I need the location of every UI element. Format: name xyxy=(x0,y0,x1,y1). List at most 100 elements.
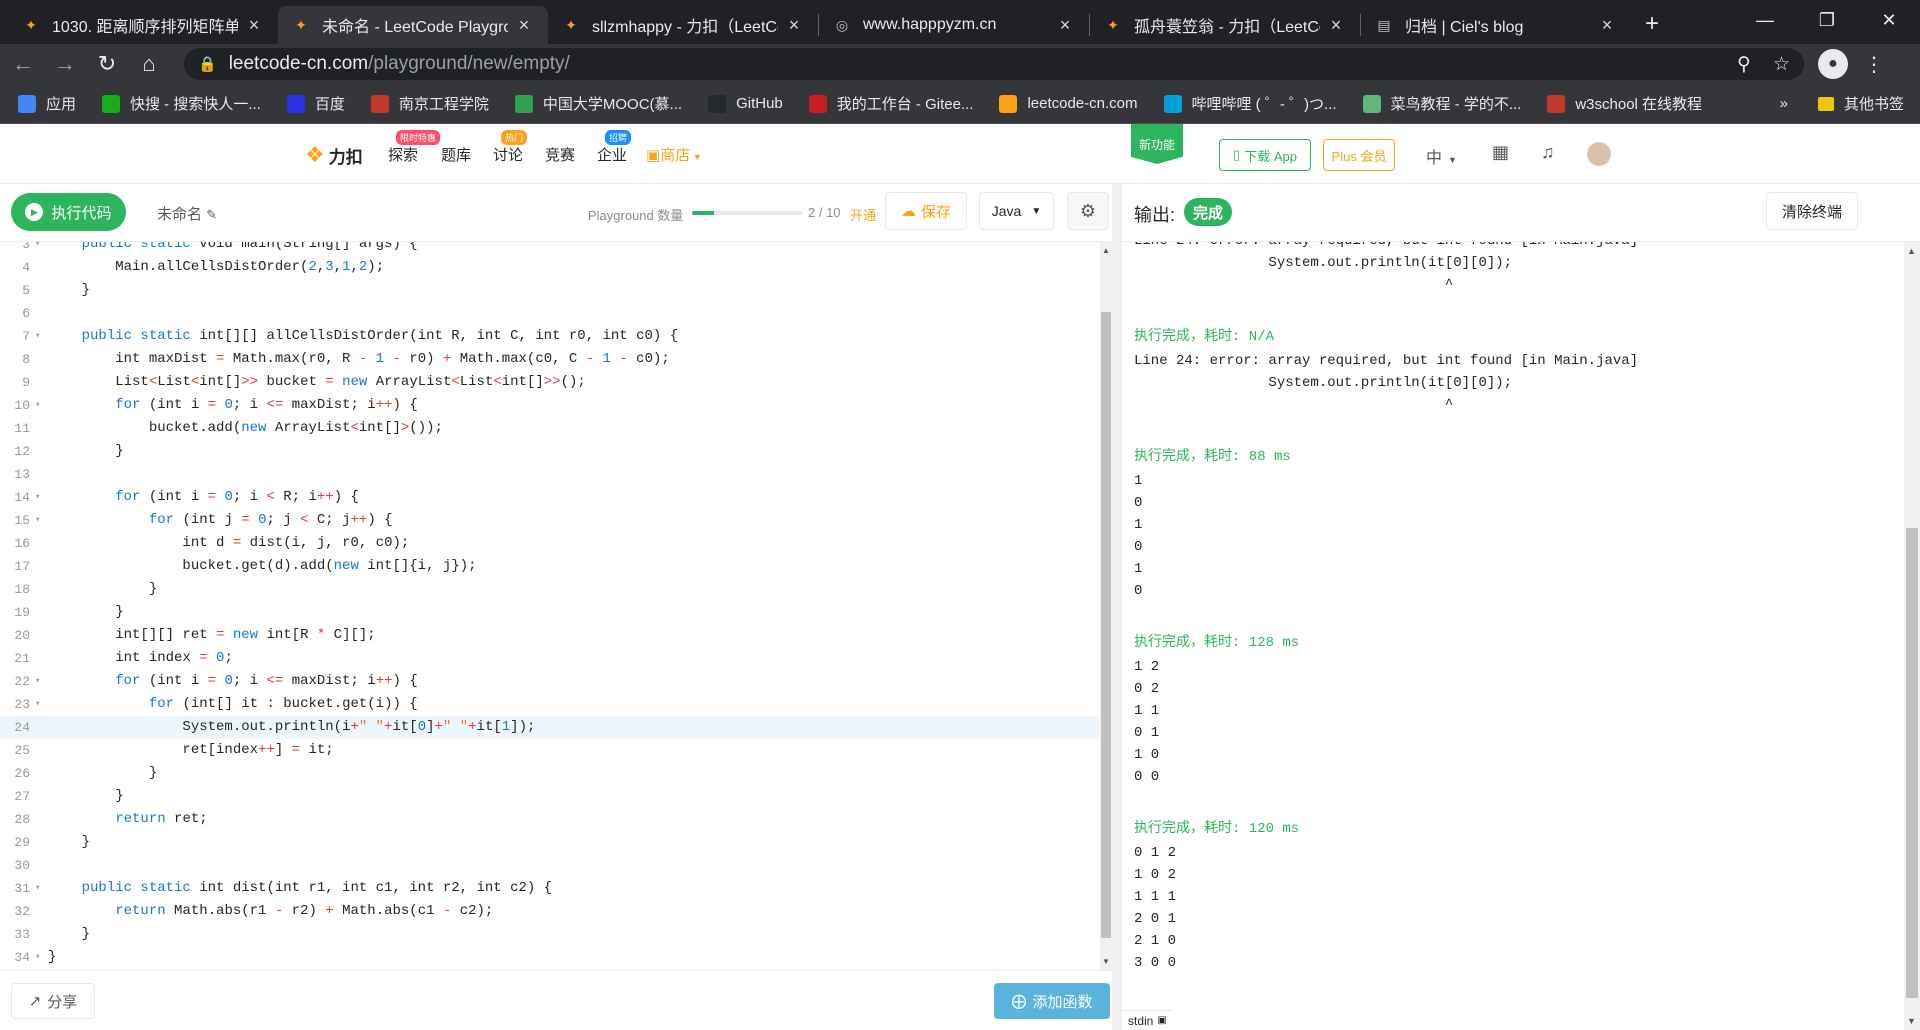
code-line[interactable]: 30 xyxy=(0,854,1100,877)
browser-tab[interactable]: ▤ 归档 | Ciel's blog × xyxy=(1361,6,1631,44)
code-line[interactable]: 14 ▾ for (int i = 0; i < R; i++) { xyxy=(0,486,1100,509)
code-line[interactable]: 15 ▾ for (int j = 0; j < C; j++) { xyxy=(0,509,1100,532)
nav-item[interactable]: 题库 xyxy=(441,144,471,165)
leetcode-logo[interactable]: ❖ 力扣 xyxy=(305,142,363,168)
download-app-button[interactable]: ▯ 下载 App xyxy=(1219,139,1311,171)
scroll-down-icon[interactable]: ▼ xyxy=(1907,1016,1916,1026)
code-line[interactable]: 16 int d = dist(i, j, r0, c0); xyxy=(0,532,1100,555)
clear-terminal-button[interactable]: 清除终端 xyxy=(1766,192,1858,230)
settings-button[interactable]: ⚙ xyxy=(1067,192,1109,230)
pane-divider[interactable] xyxy=(1112,184,1122,1030)
code-line[interactable]: 23 ▾ for (int[] it : bucket.get(i)) { xyxy=(0,693,1100,716)
bookmark-item[interactable]: 快搜 - 搜索快人一... xyxy=(102,93,261,114)
code-line[interactable]: 3 ▾ public static void main(String[] args… xyxy=(0,242,1100,256)
nav-shop[interactable]: ▣商店 ▼ xyxy=(646,144,702,165)
save-button[interactable]: ☁ 保存 xyxy=(885,192,967,230)
bookmark-item[interactable]: leetcode-cn.com xyxy=(999,94,1138,113)
code-line[interactable]: 10 ▾ for (int i = 0; i <= maxDist; i++) { xyxy=(0,394,1100,417)
plus-member-button[interactable]: Plus 会员 xyxy=(1323,139,1395,171)
code-line[interactable]: 6 xyxy=(0,302,1100,325)
nav-item[interactable]: 企业 招聘 xyxy=(597,130,632,165)
bookmark-item[interactable]: GitHub xyxy=(708,94,783,113)
browser-tab[interactable]: ✦ 1030. 距离顺序排列矩阵单元 × xyxy=(8,6,278,44)
profile-icon[interactable]: ● xyxy=(1818,49,1848,79)
code-line[interactable]: 12 } xyxy=(0,440,1100,463)
browser-tab[interactable]: ✦ 未命名 - LeetCode Playgrou × xyxy=(278,6,548,44)
zoom-icon[interactable]: ⚲ xyxy=(1737,53,1751,76)
minimize-icon[interactable]: — xyxy=(1734,0,1796,40)
code-editor[interactable]: 3 ▾ public static void main(String[] args… xyxy=(0,242,1100,970)
code-line[interactable]: 4 Main.allCellsDistOrder(2,3,1,2); xyxy=(0,256,1100,279)
code-line[interactable]: 13 xyxy=(0,463,1100,486)
home-icon[interactable]: ⌂ xyxy=(130,47,168,81)
code-line[interactable]: 31 ▾ public static int dist(int r1, int c… xyxy=(0,877,1100,900)
bookmark-item[interactable]: 我的工作台 - Gitee... xyxy=(808,93,973,114)
playground-icon[interactable]: ▦ xyxy=(1492,142,1509,163)
code-line[interactable]: 11 bucket.add(new ArrayList<int[]>()); xyxy=(0,417,1100,440)
code-line[interactable]: 28 return ret; xyxy=(0,808,1100,831)
nav-item[interactable]: 竞赛 xyxy=(545,144,575,165)
fold-arrow-icon[interactable]: ▾ xyxy=(35,509,40,532)
fold-arrow-icon[interactable]: ▾ xyxy=(35,946,40,969)
fold-arrow-icon[interactable]: ▾ xyxy=(35,394,40,417)
run-code-button[interactable]: ▶ 执行代码 xyxy=(11,193,126,231)
code-line[interactable]: 24 System.out.println(i+" "+it[0]+" "+it… xyxy=(0,716,1100,739)
bookmark-star-icon[interactable]: ☆ xyxy=(1773,53,1790,76)
scroll-up-icon[interactable]: ▲ xyxy=(1907,246,1916,256)
bookmark-item[interactable]: 哔哩哔哩 ( ゜- ゜)つ... xyxy=(1163,93,1337,114)
fold-arrow-icon[interactable]: ▾ xyxy=(35,486,40,509)
bookmark-item[interactable]: 应用 xyxy=(18,93,76,114)
editor-scrollbar-thumb[interactable] xyxy=(1101,312,1111,938)
fold-arrow-icon[interactable]: ▾ xyxy=(35,242,40,256)
bookmark-item[interactable]: 南京工程学院 xyxy=(370,93,489,114)
code-line[interactable]: 25 ret[index++] = it; xyxy=(0,739,1100,762)
bookmark-item[interactable]: w3school 在线教程 xyxy=(1547,93,1702,114)
stdin-toggle[interactable]: stdin ▣ xyxy=(1122,1010,1173,1030)
browser-tab[interactable]: ✦ sllzmhappy - 力扣（LeetCo × xyxy=(548,6,818,44)
open-plus-link[interactable]: 开通 xyxy=(850,205,876,224)
editor-scrollbar[interactable]: ▲ ▼ xyxy=(1100,242,1112,970)
close-window-icon[interactable]: ✕ xyxy=(1858,0,1920,40)
output-scrollbar-thumb[interactable] xyxy=(1906,528,1918,998)
nav-item[interactable]: 探索 限时特惠 xyxy=(388,130,441,165)
browser-tab[interactable]: ◎ www.happpyzm.cn × xyxy=(819,6,1089,44)
code-line[interactable]: 32 return Math.abs(r1 - r2) + Math.abs(c… xyxy=(0,900,1100,923)
playground-title[interactable]: 未命名 ✎ xyxy=(157,203,217,224)
tab-close-icon[interactable]: × xyxy=(244,15,264,36)
browser-menu-icon[interactable]: ⋮ xyxy=(1864,52,1884,77)
new-tab-button[interactable]: + xyxy=(1645,10,1659,38)
code-line[interactable]: 22 ▾ for (int i = 0; i <= maxDist; i++) { xyxy=(0,670,1100,693)
tab-close-icon[interactable]: × xyxy=(514,15,534,36)
code-line[interactable]: 5 } xyxy=(0,279,1100,302)
code-line[interactable]: 9 List<List<int[]>> bucket = new ArrayLi… xyxy=(0,371,1100,394)
code-line[interactable]: 21 int index = 0; xyxy=(0,647,1100,670)
url-input[interactable]: 🔒 leetcode-cn.com/playground/new/empty/ … xyxy=(184,48,1804,80)
tab-close-icon[interactable]: × xyxy=(1597,15,1617,36)
code-line[interactable]: 8 int maxDist = Math.max(r0, R - 1 - r0)… xyxy=(0,348,1100,371)
fold-arrow-icon[interactable]: ▾ xyxy=(35,877,40,900)
back-icon[interactable]: ← xyxy=(4,47,42,81)
fold-arrow-icon[interactable]: ▾ xyxy=(35,670,40,693)
browser-tab[interactable]: ✦ 孤舟蓑笠翁 - 力扣（LeetCo × xyxy=(1090,6,1360,44)
tab-close-icon[interactable]: × xyxy=(784,15,804,36)
code-line[interactable]: 29 } xyxy=(0,831,1100,854)
code-line[interactable]: 7 ▾ public static int[][] allCellsDistOrd… xyxy=(0,325,1100,348)
scroll-down-icon[interactable]: ▼ xyxy=(1102,957,1110,966)
new-feature-ribbon[interactable]: 新功能 xyxy=(1131,124,1183,164)
bookmarks-overflow-icon[interactable]: » xyxy=(1780,95,1788,112)
code-line[interactable]: 27 } xyxy=(0,785,1100,808)
share-button[interactable]: ↗ 分享 xyxy=(11,983,95,1019)
fold-arrow-icon[interactable]: ▾ xyxy=(35,325,40,348)
nav-item[interactable]: 讨论 热门 xyxy=(493,130,528,165)
avatar[interactable] xyxy=(1587,142,1611,166)
bookmark-item[interactable]: 菜鸟教程 - 学的不... xyxy=(1362,93,1521,114)
code-line[interactable]: 34 ▾} xyxy=(0,946,1100,969)
restore-icon[interactable]: ❐ xyxy=(1796,0,1858,40)
code-line[interactable]: 33 } xyxy=(0,923,1100,946)
code-line[interactable]: 19 } xyxy=(0,601,1100,624)
forward-icon[interactable]: → xyxy=(46,47,84,81)
reload-icon[interactable]: ↻ xyxy=(88,47,126,81)
output-scrollbar[interactable]: ▲ ▼ xyxy=(1904,242,1920,1030)
other-bookmarks[interactable]: 其他书签 xyxy=(1844,93,1904,114)
language-switch[interactable]: 中 ▼ xyxy=(1426,144,1457,168)
